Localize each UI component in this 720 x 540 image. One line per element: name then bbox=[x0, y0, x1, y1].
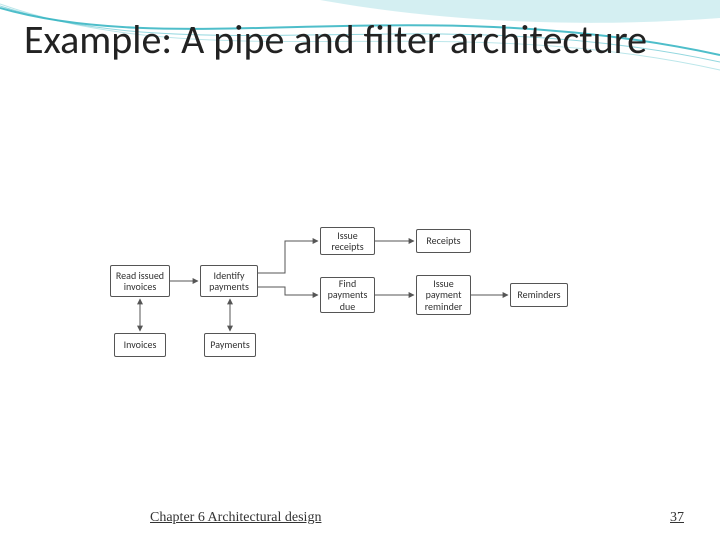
footer-page-number: 37 bbox=[670, 510, 684, 526]
pipe-filter-diagram: Read issued invoices Identify payments I… bbox=[110, 215, 630, 375]
slide-title: Example: A pipe and filter architecture bbox=[24, 18, 647, 62]
slide: Example: A pipe and filter architecture … bbox=[0, 0, 720, 540]
diagram-arrows bbox=[110, 215, 630, 375]
footer-chapter: Chapter 6 Architectural design bbox=[150, 510, 321, 526]
